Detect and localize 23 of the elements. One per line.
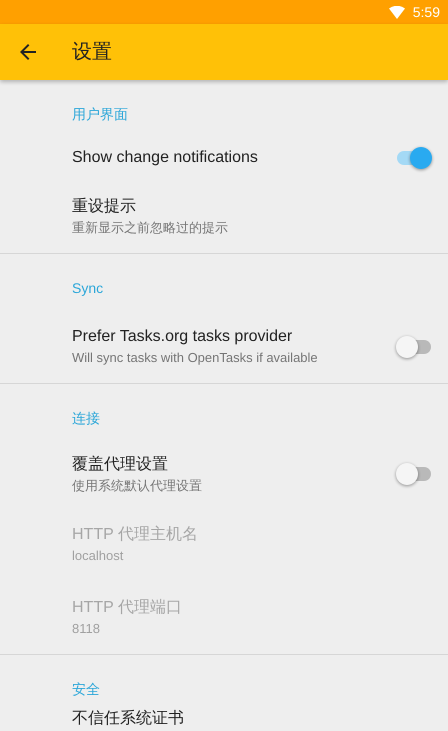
- preference-summary: localhost: [72, 547, 124, 565]
- back-arrow-icon: [20, 44, 36, 60]
- preference-title: Prefer Tasks.org tasks provider: [72, 327, 294, 347]
- preference-summary: 使用系统默认代理设置: [72, 476, 203, 494]
- preference-summary: 重新显示之前忽略过的提示: [72, 219, 229, 237]
- wifi-icon: [388, 6, 405, 18]
- toolbar-title: 设置: [72, 40, 112, 65]
- section-header: 安全: [72, 680, 101, 699]
- preference-title: 不信任系统证书: [72, 708, 185, 729]
- preference-summary: Will sync tasks with OpenTasks if available: [72, 349, 319, 367]
- preference-title: 覆盖代理设置: [72, 454, 169, 474]
- section-header: 连接: [72, 409, 101, 428]
- section-header: 用户界面: [72, 105, 129, 124]
- preference-summary: 8118: [72, 620, 101, 638]
- preference-title: HTTP 代理端口: [72, 598, 183, 618]
- toggle-switch[interactable]: [396, 336, 432, 358]
- toggle-switch[interactable]: [396, 463, 432, 485]
- preference-title: 重设提示: [72, 196, 137, 217]
- preference-title: HTTP 代理主机名: [72, 524, 199, 545]
- toggle-switch[interactable]: [396, 147, 432, 169]
- status-time: 5:59: [412, 2, 440, 22]
- preference-title: Show change notifications: [72, 148, 259, 168]
- section-header: Sync: [72, 279, 104, 298]
